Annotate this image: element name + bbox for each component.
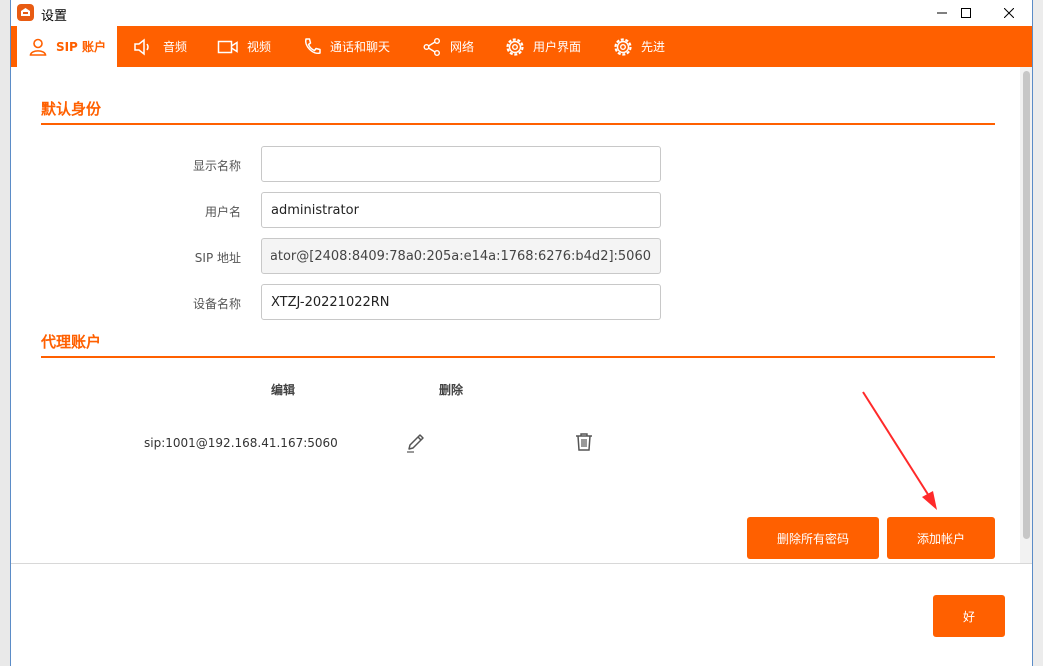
proxy-accounts-title: 代理账户: [41, 333, 102, 351]
pencil-icon: [407, 434, 424, 453]
maximize-button[interactable]: [943, 0, 989, 26]
sip-address-input: [261, 238, 661, 274]
trash-icon: [576, 433, 592, 451]
tab-calls-and-chat[interactable]: 通话和聊天: [302, 26, 390, 67]
tab-audio[interactable]: 音频: [133, 26, 187, 67]
close-button[interactable]: [986, 0, 1032, 26]
tab-network[interactable]: 网络: [422, 26, 474, 67]
tab-sip-account[interactable]: SIP 账户: [17, 26, 117, 67]
delete-account-button[interactable]: [573, 431, 595, 453]
ok-button[interactable]: 好: [933, 595, 1005, 637]
share-icon: [423, 37, 440, 56]
delete-column-header: 删除: [439, 383, 464, 397]
tab-video[interactable]: 视频: [217, 26, 271, 67]
background-app-left: [0, 0, 10, 666]
edit-column-header: 编辑: [271, 383, 296, 397]
device-name-label: 设备名称: [192, 297, 241, 311]
footer-divider: [11, 563, 1032, 564]
tab-label: 音频: [163, 40, 188, 54]
settings-window: 设置 SIP 账户 音频 视频 通话和聊天 网络 用户界面 先进 默认身份 显示…: [10, 0, 1033, 666]
section-divider: [41, 356, 995, 358]
default-identity-title: 默认身份: [41, 100, 102, 118]
tab-label: 先进: [641, 40, 666, 54]
gear-icon: [506, 37, 524, 56]
tab-label: 视频: [247, 40, 272, 54]
delete-all-passwords-button[interactable]: 删除所有密码: [747, 517, 879, 559]
device-name-input[interactable]: [261, 284, 661, 320]
settings-tab-bar: SIP 账户 音频 视频 通话和聊天 网络 用户界面 先进: [11, 26, 1032, 67]
sip-address-label: SIP 地址: [194, 251, 241, 265]
username-input[interactable]: [261, 192, 661, 228]
tab-label: 用户界面: [533, 40, 582, 54]
title-bar: 设置: [11, 0, 1032, 26]
tab-label: SIP 账户: [55, 40, 107, 54]
add-account-button[interactable]: 添加帐户: [887, 517, 995, 559]
app-logo-icon: [17, 4, 34, 21]
display-name-label: 显示名称: [192, 159, 241, 173]
annotation-arrow-icon: [862, 391, 937, 510]
display-name-input[interactable]: [261, 146, 661, 182]
video-icon: [217, 40, 238, 53]
scrollbar-thumb[interactable]: [1023, 71, 1030, 539]
proxy-account-address: sip:1001@192.168.41.167:5060: [144, 436, 338, 450]
tab-label: 网络: [450, 40, 475, 54]
gear-icon: [614, 37, 632, 56]
tab-advanced[interactable]: 先进: [613, 26, 665, 67]
phone-icon: [304, 37, 321, 54]
section-divider: [41, 123, 995, 125]
speaker-icon: [134, 37, 149, 56]
background-app-right: [1033, 0, 1043, 666]
tab-label: 通话和聊天: [330, 40, 391, 54]
username-label: 用户名: [204, 205, 241, 219]
window-title: 设置: [41, 9, 68, 24]
user-icon: [29, 38, 47, 56]
edit-account-button[interactable]: [405, 432, 427, 454]
tab-user-interface[interactable]: 用户界面: [505, 26, 581, 67]
content-scrollbar[interactable]: [1020, 67, 1032, 563]
